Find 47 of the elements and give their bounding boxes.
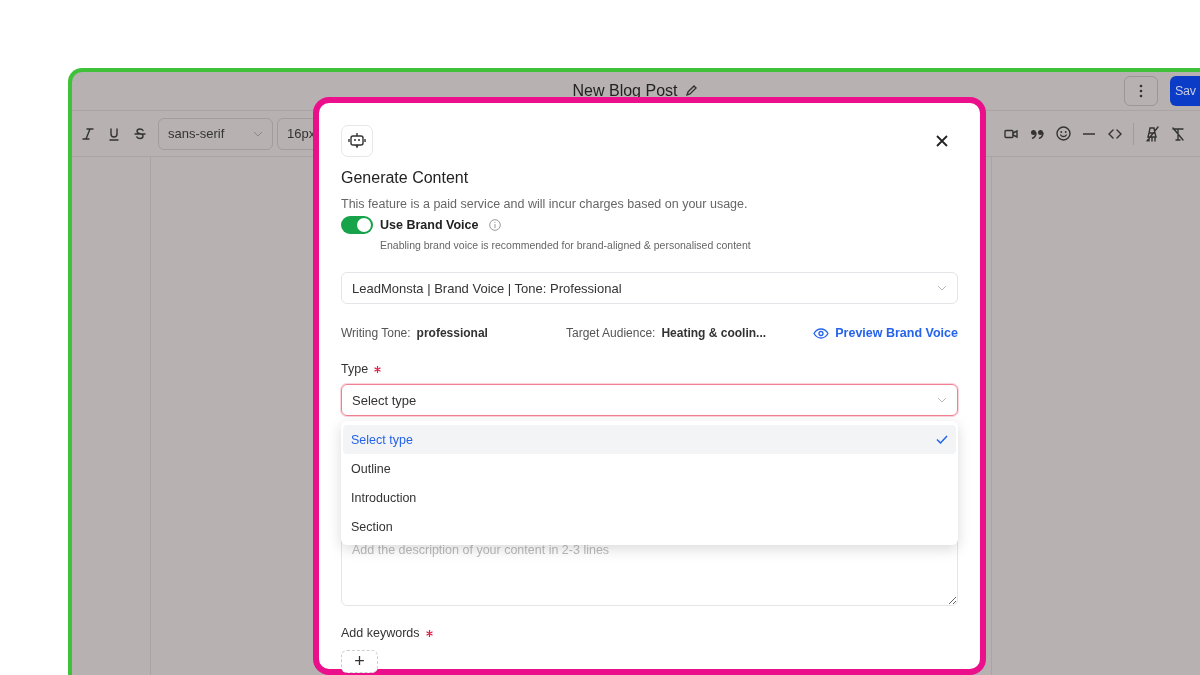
brand-voice-select[interactable]: LeadMonsta | Brand Voice | Tone: Professional	[341, 272, 958, 304]
notice-text: This feature is a paid service and will incur charges based on your usage.	[341, 197, 749, 211]
close-button[interactable]	[936, 135, 948, 147]
dropdown-option[interactable]: Outline	[343, 454, 956, 483]
horizontal-line-icon	[1083, 132, 1095, 135]
info-icon	[489, 219, 502, 231]
toggle-label: Use Brand Voice	[380, 218, 479, 232]
save-button[interactable]: Sav	[1170, 76, 1200, 106]
font-family-select[interactable]: sans-serif	[158, 117, 273, 150]
hint-text: Enabling brand voice is recommended for brand-aligned & personalised content	[380, 239, 752, 251]
clear-format-icon	[1171, 126, 1185, 141]
field-label: Add keywords	[341, 626, 420, 640]
chevron-down-icon	[937, 397, 947, 403]
video-icon	[1004, 127, 1018, 140]
pencil-icon	[684, 84, 699, 98]
clear-format-button[interactable]	[1170, 125, 1186, 142]
detail-label: Target Audience:	[566, 326, 656, 340]
detail-label: Writing Tone:	[341, 326, 411, 340]
underline-button[interactable]	[106, 125, 122, 142]
clear-style-button[interactable]	[1144, 125, 1160, 142]
code-icon	[1108, 128, 1122, 139]
modal-title: Generate Content	[341, 169, 470, 187]
smiley-icon	[1055, 126, 1071, 141]
toggle-switch[interactable]	[341, 216, 373, 234]
italic-button[interactable]	[80, 125, 96, 142]
detail-value: professional	[416, 326, 488, 340]
detail-value: Heating & coolin...	[661, 326, 767, 340]
close-icon	[936, 135, 948, 147]
strikethrough-button[interactable]	[132, 125, 148, 142]
strikethrough-icon	[134, 126, 146, 141]
more-icon	[1139, 84, 1143, 98]
quote-icon	[1030, 128, 1044, 139]
italic-icon	[82, 126, 94, 141]
underline-icon	[108, 126, 120, 141]
crossed-brush-icon	[1145, 125, 1159, 142]
field-label: Type	[341, 362, 369, 376]
check-icon	[936, 435, 948, 444]
type-select[interactable]: Select type	[341, 384, 958, 416]
dropdown-option[interactable]: Select type	[343, 425, 956, 454]
dropdown-option[interactable]: Introduction	[343, 483, 956, 512]
eye-icon	[813, 327, 830, 339]
chevron-down-icon	[253, 130, 263, 137]
emoji-button[interactable]	[1055, 125, 1071, 142]
preview-link[interactable]: Preview Brand Voice	[813, 326, 958, 340]
robot-drawing	[348, 132, 366, 150]
chevron-down-icon	[937, 285, 947, 291]
add-keyword-button[interactable]: +	[341, 650, 378, 673]
